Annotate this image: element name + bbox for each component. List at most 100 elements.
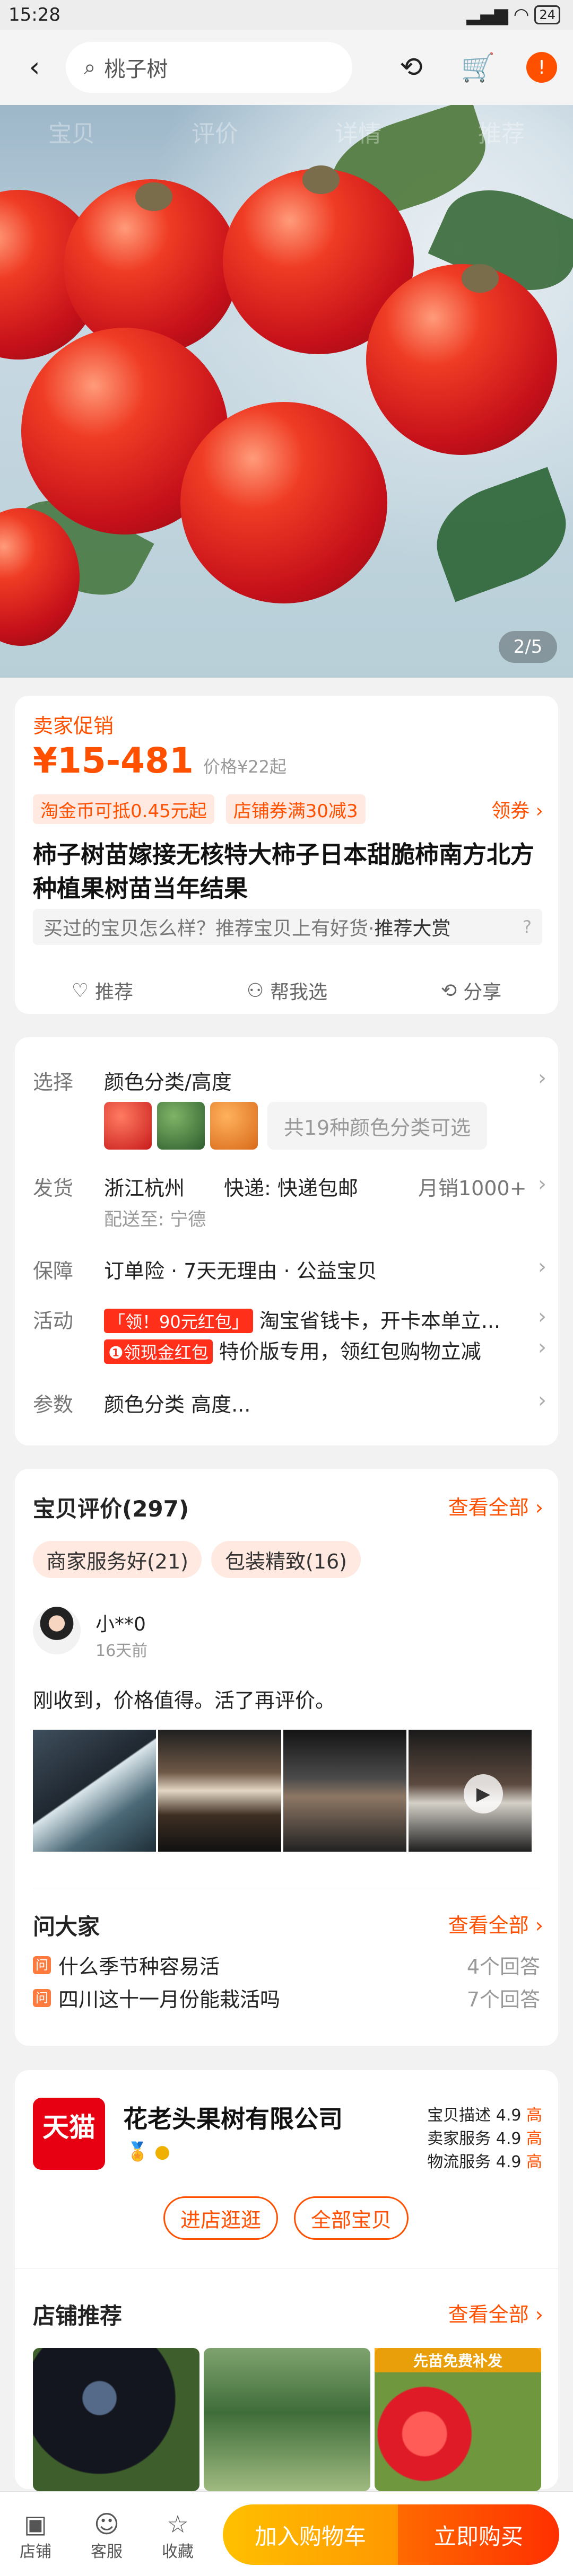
- promo-label: 卖家促销: [33, 714, 114, 738]
- chevron-right-icon[interactable]: ›: [538, 1335, 546, 1360]
- params-value: 颜色分类 高度...: [104, 1393, 251, 1416]
- chevron-right-icon[interactable]: ›: [538, 1304, 546, 1329]
- coupon-gold[interactable]: 淘金币可抵0.45元起: [33, 794, 214, 824]
- question-icon: 问: [33, 1956, 51, 1974]
- fruit-calyx: [462, 264, 499, 293]
- help-choose-button[interactable]: ⚇ 帮我选: [247, 977, 327, 1004]
- shop-rec-view-all[interactable]: 查看全部 ›: [448, 2298, 543, 2327]
- buy-now-button[interactable]: 立即购买: [398, 2504, 559, 2565]
- ask-strong: 推荐大赏: [374, 918, 451, 940]
- image-counter: 2/5: [499, 631, 557, 663]
- monthly-sales: 月销1000+: [418, 1177, 527, 1200]
- search-bar[interactable]: ⌕ 桃子树: [66, 42, 352, 93]
- shop-nav[interactable]: ▣ 店铺: [6, 2510, 65, 2562]
- red-packet-badge: 「领！90元红包」: [104, 1309, 253, 1333]
- shop-score-row: 物流服务 4.9 高: [427, 2153, 542, 2171]
- persimmon-fruit: [180, 402, 387, 603]
- chevron-right-icon[interactable]: ›: [538, 1172, 546, 1196]
- service-nav[interactable]: ☺ 客服: [77, 2510, 136, 2562]
- chevron-right-icon[interactable]: ›: [538, 1388, 546, 1413]
- bottom-bar: ▣ 店铺 ☺ 客服 ☆ 收藏 加入购物车 立即购买: [0, 2491, 573, 2576]
- qa-item[interactable]: 问 什么季节种容易活 4个回答: [33, 1950, 540, 1979]
- qa-title: 问大家: [33, 1914, 100, 1940]
- review-user: 小**0: [96, 1614, 146, 1635]
- top-bar: ‹ ⌕ 桃子树 ⟲ 🛒 !: [0, 30, 573, 105]
- cash-packet-badge: ❶领现金红包: [104, 1339, 213, 1364]
- guarantee-value: 订单险 · 7天无理由 · 公益宝贝: [104, 1259, 377, 1283]
- play-icon[interactable]: ▶: [464, 1774, 503, 1813]
- qa-answers: 4个回答: [466, 1955, 540, 1978]
- signal-icon: ▂▄▆: [466, 4, 508, 25]
- shop-name[interactable]: 花老头果树有限公司: [123, 2100, 343, 2135]
- review-tag[interactable]: 商家服务好(21): [33, 1541, 202, 1578]
- fruit-calyx: [135, 182, 172, 211]
- review-photo[interactable]: [283, 1730, 406, 1852]
- coupon-shop[interactable]: 店铺券满30减3: [225, 794, 366, 824]
- add-to-cart-button[interactable]: 加入购物车: [223, 2504, 398, 2565]
- variant-thumb[interactable]: [104, 1102, 152, 1150]
- qa-item[interactable]: 问 四川这十一月份能栽活吗 7个回答: [33, 1983, 540, 2012]
- select-value: 颜色分类/高度: [104, 1071, 232, 1094]
- hero-tabs: 宝贝 评价 详情 推荐: [0, 105, 573, 158]
- qa-question: 什么季节种容易活: [58, 1955, 220, 1978]
- share-button[interactable]: ⟲ 分享: [441, 977, 501, 1004]
- variant-count-pill[interactable]: 共19种颜色分类可选: [267, 1102, 487, 1150]
- deliver-to[interactable]: 配送至: 宁德: [104, 1205, 206, 1231]
- reviews-view-all[interactable]: 查看全部 ›: [448, 1491, 543, 1520]
- more-icon[interactable]: !: [526, 52, 557, 83]
- banner-label: 先苗免费补发: [375, 2348, 541, 2372]
- enter-shop-button[interactable]: 进店逛逛: [163, 2196, 278, 2240]
- tab-recommend[interactable]: 推荐: [478, 115, 525, 148]
- status-time: 15:28: [8, 4, 60, 25]
- shop-card: 天猫 花老头果树有限公司 🏅 ● 宝贝描述 4.9 高 卖家服务 4.9 高 物…: [15, 2070, 558, 2491]
- star-icon: ☆: [167, 2510, 189, 2538]
- get-coupon-link[interactable]: 领券 ›: [491, 795, 543, 823]
- ship-method: 快递: 快递包邮: [224, 1177, 358, 1200]
- tab-baby[interactable]: 宝贝: [48, 115, 95, 148]
- guarantee-label: 保障: [33, 1259, 74, 1283]
- search-query: 桃子树: [104, 57, 168, 82]
- review-photo[interactable]: [158, 1730, 281, 1852]
- recommend-button[interactable]: ♡ 推荐: [72, 977, 133, 1004]
- activity-row-1[interactable]: 「领！90元红包」 淘宝省钱卡，开卡本单立...: [104, 1304, 534, 1334]
- review-video-thumb[interactable]: ▶: [409, 1730, 532, 1852]
- activity-row-2[interactable]: ❶领现金红包 特价版专用，领红包购物立减: [104, 1335, 534, 1364]
- back-icon[interactable]: ‹: [16, 49, 53, 86]
- favorite-nav[interactable]: ☆ 收藏: [149, 2510, 207, 2562]
- tab-details[interactable]: 详情: [335, 115, 381, 148]
- recommended-product-image[interactable]: [33, 2348, 199, 2491]
- wifi-icon: ◠: [513, 4, 529, 25]
- chevron-right-icon[interactable]: ›: [538, 1255, 546, 1279]
- review-photo[interactable]: [33, 1730, 156, 1852]
- ask-bar[interactable]: 买过的宝贝怎么样？推荐宝贝上有好货· 推荐大赏 ?: [33, 909, 542, 945]
- options-card: 选择 颜色分类/高度 › 共19种颜色分类可选 发货 浙江杭州 快递: 快递包邮…: [15, 1037, 558, 1445]
- variant-thumb[interactable]: [210, 1102, 258, 1150]
- share-icon[interactable]: ⟲: [393, 49, 430, 86]
- activity-label: 活动: [33, 1309, 74, 1333]
- shop-icon: ▣: [24, 2510, 47, 2538]
- reviews-card: 宝贝评价(297) 查看全部 › 商家服务好(21) 包装精致(16) 小**0…: [15, 1469, 558, 2046]
- status-bar: 15:28 ▂▄▆ ◠ 24: [0, 0, 573, 30]
- review-time: 16天前: [96, 1642, 148, 1660]
- help-icon: ?: [523, 917, 532, 937]
- people-icon: ⚇: [246, 979, 264, 1002]
- price: ¥15-481: [33, 740, 194, 781]
- cart-icon[interactable]: 🛒: [459, 49, 497, 86]
- avatar: [33, 1607, 81, 1654]
- product-image-carousel[interactable]: 宝贝 评价 详情 推荐 2/5: [0, 105, 573, 678]
- variant-thumb[interactable]: [157, 1102, 205, 1150]
- tmall-logo[interactable]: 天猫: [33, 2098, 105, 2170]
- chat-icon: ☺: [94, 2510, 119, 2538]
- chevron-right-icon[interactable]: ›: [538, 1066, 546, 1090]
- all-products-button[interactable]: 全部宝贝: [294, 2196, 409, 2240]
- qa-answers: 7个回答: [466, 1988, 540, 2011]
- tab-reviews[interactable]: 评价: [192, 115, 238, 148]
- recommended-product-image[interactable]: 先苗免费补发: [375, 2348, 541, 2491]
- review-tag[interactable]: 包装精致(16): [211, 1541, 361, 1578]
- recommended-product-image[interactable]: [204, 2348, 370, 2491]
- battery-indicator: 24: [534, 5, 560, 24]
- product-actions: ♡ 推荐 ⚇ 帮我选 ⟲ 分享: [15, 977, 558, 1004]
- search-icon: ⌕: [84, 55, 96, 80]
- review-content: 刚收到，价格值得。活了再评价。: [33, 1689, 336, 1712]
- qa-view-all[interactable]: 查看全部 ›: [448, 1909, 543, 1938]
